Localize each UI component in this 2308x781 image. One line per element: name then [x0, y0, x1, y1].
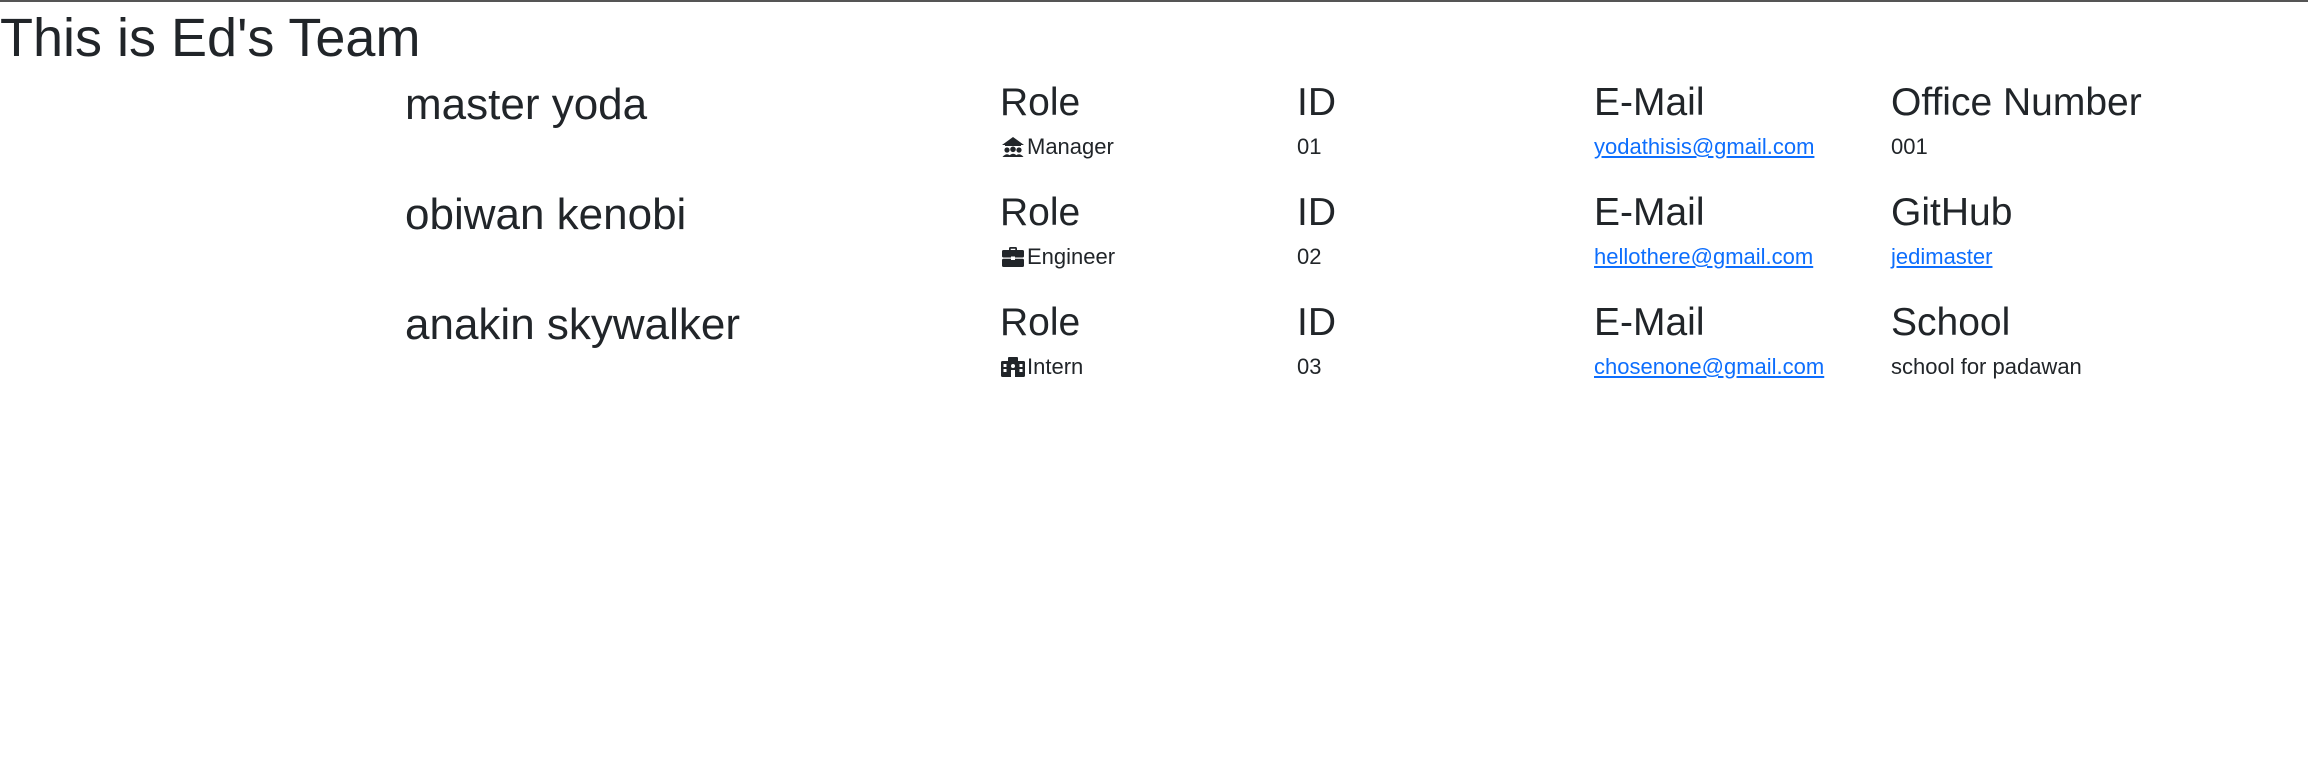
manager-icon: [1000, 136, 1026, 158]
id-label: ID: [1297, 191, 1336, 234]
role-field: Role Manager: [1000, 80, 1114, 164]
email-label: E-Mail: [1594, 301, 1705, 344]
id-value: 03: [1297, 354, 1322, 379]
office-number-value: 001: [1891, 134, 1928, 159]
role-text: Engineer: [1027, 244, 1116, 269]
id-field: ID 03: [1297, 300, 1336, 384]
role-field: Role Intern: [1000, 300, 1083, 384]
member-name: obiwan kenobi: [405, 190, 687, 239]
github-field: GitHub jedimaster: [1891, 190, 2012, 274]
email-field: E-Mail chosenone@gmail.com: [1594, 300, 1824, 384]
role-value: Engineer: [1000, 240, 1115, 274]
top-border: [0, 0, 2308, 2]
email-field: E-Mail yodathisis@gmail.com: [1594, 80, 1814, 164]
email-link[interactable]: chosenone@gmail.com: [1594, 350, 1824, 384]
role-label: Role: [1000, 301, 1081, 344]
id-label: ID: [1297, 81, 1336, 124]
role-value: Manager: [1000, 130, 1114, 164]
email-label: E-Mail: [1594, 81, 1705, 124]
id-field: ID 01: [1297, 80, 1336, 164]
role-text: Intern: [1027, 354, 1084, 379]
office-number-label: Office Number: [1891, 81, 2142, 124]
github-label: GitHub: [1891, 191, 2013, 234]
school-icon: [1000, 356, 1026, 378]
member-name: anakin skywalker: [405, 300, 741, 349]
school-value: school for padawan: [1891, 354, 2082, 379]
github-link[interactable]: jedimaster: [1891, 240, 1992, 274]
role-text: Manager: [1027, 134, 1114, 159]
role-value: Intern: [1000, 350, 1083, 384]
id-field: ID 02: [1297, 190, 1336, 274]
role-label: Role: [1000, 81, 1081, 124]
briefcase-icon: [1000, 246, 1026, 268]
office-number-field: Office Number 001: [1891, 80, 2142, 164]
role-label: Role: [1000, 191, 1081, 234]
email-label: E-Mail: [1594, 191, 1705, 234]
page-title: This is Ed's Team: [0, 8, 421, 68]
id-value: 01: [1297, 134, 1322, 159]
member-card-anakin: anakin skywalker Role Intern ID 03 E-Mai…: [0, 300, 2308, 410]
email-field: E-Mail hellothere@gmail.com: [1594, 190, 1813, 274]
email-link[interactable]: yodathisis@gmail.com: [1594, 130, 1814, 164]
id-label: ID: [1297, 301, 1336, 344]
school-label: School: [1891, 301, 2011, 344]
member-name: master yoda: [405, 80, 648, 129]
role-field: Role Engineer: [1000, 190, 1115, 274]
member-card-obiwan: obiwan kenobi Role Engineer ID 02 E-Mail…: [0, 190, 2308, 300]
member-card-yoda: master yoda Role Manager ID 01 E-Mail yo…: [0, 80, 2308, 190]
id-value: 02: [1297, 244, 1322, 269]
school-field: School school for padawan: [1891, 300, 2082, 384]
email-link[interactable]: hellothere@gmail.com: [1594, 240, 1813, 274]
